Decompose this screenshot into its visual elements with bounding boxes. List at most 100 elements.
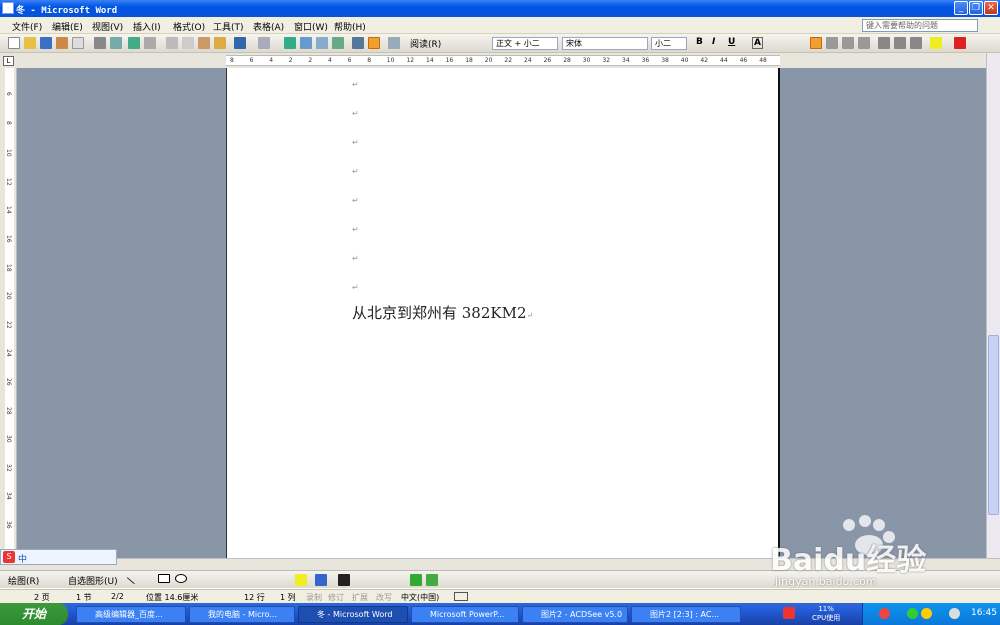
- insert-excel-icon[interactable]: [332, 37, 344, 49]
- vertical-ruler-margin: 68101214161820222426283032343638: [5, 68, 14, 558]
- document-page[interactable]: ↵ ↵ ↵ ↵ ↵ ↵ ↵ ↵ 从北京到郑州有 382KM2↵: [226, 68, 780, 558]
- align-right-icon[interactable]: [842, 37, 854, 49]
- ruler-tick: 2: [288, 57, 293, 64]
- ruler-tick: 42: [700, 57, 709, 64]
- bullets-icon[interactable]: [894, 37, 906, 49]
- undo-icon[interactable]: [234, 37, 246, 49]
- task-button[interactable]: 图片2 - ACDSee v5.0: [522, 606, 628, 623]
- ruler-tick: 4: [328, 57, 332, 64]
- numbering-icon[interactable]: [878, 37, 890, 49]
- menu-edit[interactable]: 编辑(E): [52, 20, 83, 33]
- spelling-icon[interactable]: [128, 37, 140, 49]
- ruler-tick: 14: [5, 206, 12, 215]
- word-app-icon[interactable]: [2, 2, 14, 14]
- tab-selector[interactable]: L: [3, 56, 14, 66]
- 3d-icon[interactable]: [426, 574, 438, 586]
- task-button[interactable]: Microsoft PowerP...: [411, 606, 519, 623]
- shadow-icon[interactable]: [410, 574, 422, 586]
- insert-table-icon[interactable]: [316, 37, 328, 49]
- font-size-select[interactable]: 小二: [651, 37, 687, 50]
- print-preview-icon[interactable]: [72, 37, 84, 49]
- draw-menu-button[interactable]: 绘图(R): [8, 574, 39, 587]
- sogou-tray-icon[interactable]: [783, 607, 795, 619]
- tray-icon[interactable]: [879, 608, 890, 619]
- horizontal-ruler[interactable]: 8 6 4 2 2 4 6 8 10 12 14 16 18 20 22 24 26 28 30 32 34 36 38 40…: [226, 55, 780, 66]
- spelling-status-icon[interactable]: [454, 592, 468, 601]
- status-record[interactable]: 录制: [306, 592, 322, 603]
- vertical-scrollbar[interactable]: [986, 53, 1000, 558]
- tables-borders-icon[interactable]: [300, 37, 312, 49]
- font-select[interactable]: 宋体: [562, 37, 648, 50]
- line-color-icon[interactable]: [315, 574, 327, 586]
- chinese-mode-icon[interactable]: 中: [18, 552, 27, 565]
- autoshapes-button[interactable]: 自选图形(U): [68, 574, 118, 587]
- minimize-button[interactable]: _: [954, 1, 968, 15]
- line-icon[interactable]: [126, 571, 140, 585]
- menu-help[interactable]: 帮助(H): [334, 20, 366, 33]
- oval-icon[interactable]: [175, 574, 187, 583]
- justify-icon[interactable]: [858, 37, 870, 49]
- status-track[interactable]: 修订: [328, 592, 344, 603]
- restore-button[interactable]: ❐: [969, 1, 983, 15]
- task-button[interactable]: 我的电脑 - Micro...: [189, 606, 295, 623]
- tray-icon[interactable]: [921, 608, 932, 619]
- align-center-icon[interactable]: [826, 37, 838, 49]
- volume-icon[interactable]: [949, 608, 960, 619]
- document-map-icon[interactable]: [388, 37, 400, 49]
- research-icon[interactable]: [144, 37, 156, 49]
- menu-window[interactable]: 窗口(W): [294, 20, 328, 33]
- ruler-tick: 4: [269, 57, 274, 64]
- tray-icon[interactable]: [907, 608, 918, 619]
- ruler-tick: 36: [641, 57, 650, 64]
- char-border-button[interactable]: A: [752, 37, 763, 49]
- save-icon[interactable]: [40, 37, 52, 49]
- cut-icon[interactable]: [166, 37, 178, 49]
- close-button[interactable]: ✕: [984, 1, 998, 15]
- task-button[interactable]: 图片2 [2:3] : AC...: [631, 606, 741, 623]
- new-document-icon[interactable]: [8, 37, 20, 49]
- copy-icon[interactable]: [182, 37, 194, 49]
- preview-icon[interactable]: [110, 37, 122, 49]
- underline-button[interactable]: U: [728, 37, 735, 47]
- menu-table[interactable]: 表格(A): [253, 20, 284, 33]
- sogou-icon[interactable]: S: [3, 551, 15, 563]
- menu-file[interactable]: 文件(F): [12, 20, 42, 33]
- italic-button[interactable]: I: [712, 37, 715, 47]
- drawing-icon[interactable]: [368, 37, 380, 49]
- fill-color-icon[interactable]: [295, 574, 307, 586]
- task-button[interactable]: 高级编辑器_百度...: [76, 606, 186, 623]
- open-icon[interactable]: [24, 37, 36, 49]
- draw-font-color-icon[interactable]: [338, 574, 350, 586]
- ime-toolbar[interactable]: S 中: [0, 549, 117, 565]
- hyperlink-icon[interactable]: [284, 37, 296, 49]
- status-overtype[interactable]: 改写: [376, 592, 392, 603]
- window-title: 冬 - Microsoft Word: [16, 6, 118, 16]
- style-select[interactable]: 正文 + 小二: [492, 37, 558, 50]
- help-search-input[interactable]: 键入需要帮助的问题: [862, 19, 978, 32]
- format-painter-icon[interactable]: [214, 37, 226, 49]
- bold-button[interactable]: B: [696, 37, 703, 47]
- font-color-icon[interactable]: [954, 37, 966, 49]
- permission-icon[interactable]: [56, 37, 68, 49]
- menu-insert[interactable]: 插入(I): [133, 20, 161, 33]
- start-button[interactable]: 开始: [0, 603, 68, 625]
- right-background: [780, 68, 986, 558]
- rectangle-icon[interactable]: [158, 574, 170, 583]
- paste-icon[interactable]: [198, 37, 210, 49]
- menu-view[interactable]: 视图(V): [92, 20, 123, 33]
- task-button-active[interactable]: 冬 - Microsoft Word: [298, 606, 408, 623]
- align-left-icon[interactable]: [810, 37, 822, 49]
- menu-tools[interactable]: 工具(T): [213, 20, 244, 33]
- read-mode-button[interactable]: 阅读(R): [410, 37, 441, 50]
- print-icon[interactable]: [94, 37, 106, 49]
- columns-icon[interactable]: [352, 37, 364, 49]
- document-text[interactable]: 从北京到郑州有 382KM2↵: [352, 302, 533, 323]
- menu-format[interactable]: 格式(O): [173, 20, 205, 33]
- ruler-tick: 26: [5, 378, 12, 386]
- ruler-tick: 20: [484, 57, 493, 64]
- scroll-thumb[interactable]: [988, 335, 999, 515]
- indent-icon[interactable]: [910, 37, 922, 49]
- status-extend[interactable]: 扩展: [352, 592, 368, 603]
- redo-icon[interactable]: [258, 37, 270, 49]
- highlight-icon[interactable]: [930, 37, 942, 49]
